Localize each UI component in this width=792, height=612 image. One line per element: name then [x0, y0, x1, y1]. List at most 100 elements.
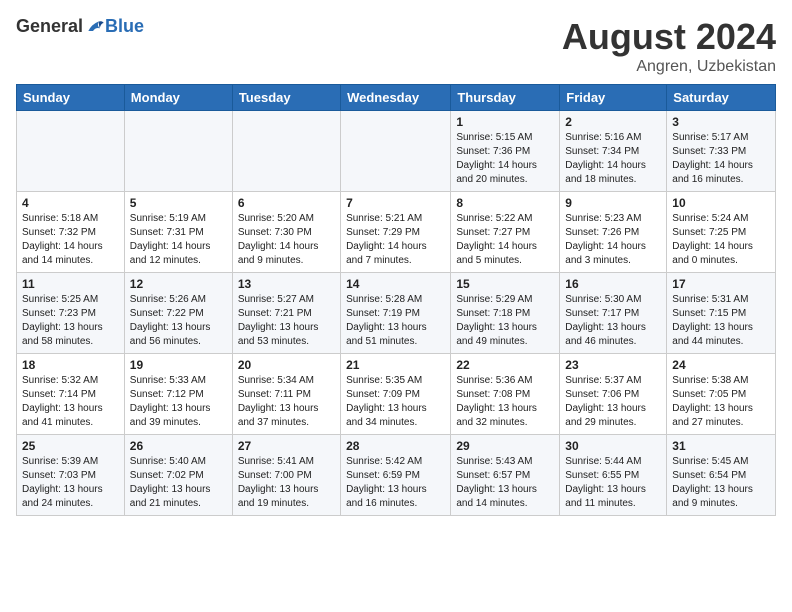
day-info: Sunrise: 5:17 AM Sunset: 7:33 PM Dayligh… [672, 131, 770, 187]
day-number: 11 [22, 277, 119, 291]
day-number: 24 [672, 358, 770, 372]
day-info: Sunrise: 5:32 AM Sunset: 7:14 PM Dayligh… [22, 374, 119, 430]
day-info: Sunrise: 5:22 AM Sunset: 7:27 PM Dayligh… [456, 212, 554, 268]
calendar-cell: 21Sunrise: 5:35 AM Sunset: 7:09 PM Dayli… [341, 354, 451, 435]
day-info: Sunrise: 5:43 AM Sunset: 6:57 PM Dayligh… [456, 455, 554, 511]
day-number: 15 [456, 277, 554, 291]
calendar-cell: 4 Sunrise: 5:18 AM Sunset: 7:32 PM Daylig… [17, 192, 125, 273]
day-info: Sunrise: 5:23 AM Sunset: 7:26 PM Dayligh… [565, 212, 661, 268]
calendar-cell: 2Sunrise: 5:16 AM Sunset: 7:34 PM Daylig… [560, 111, 667, 192]
calendar-cell: 29Sunrise: 5:43 AM Sunset: 6:57 PM Dayli… [451, 435, 560, 516]
day-info: Sunrise: 5:33 AM Sunset: 7:12 PM Dayligh… [130, 374, 227, 430]
day-number: 20 [238, 358, 335, 372]
calendar-table: SundayMondayTuesdayWednesdayThursdayFrid… [16, 84, 776, 516]
day-info: Sunrise: 5:31 AM Sunset: 7:15 PM Dayligh… [672, 293, 770, 349]
weekday-header-saturday: Saturday [667, 85, 776, 111]
day-number: 13 [238, 277, 335, 291]
calendar-cell: 25Sunrise: 5:39 AM Sunset: 7:03 PM Dayli… [17, 435, 125, 516]
day-number: 19 [130, 358, 227, 372]
month-year-title: August 2024 [562, 16, 776, 58]
calendar-cell: 18 Sunrise: 5:32 AM Sunset: 7:14 PM Dayli… [17, 354, 125, 435]
day-number: 6 [238, 196, 335, 210]
weekday-header-sunday: Sunday [17, 85, 125, 111]
calendar-week-row: 18 Sunrise: 5:32 AM Sunset: 7:14 PM Dayli… [17, 354, 776, 435]
day-info: Sunrise: 5:37 AM Sunset: 7:06 PM Dayligh… [565, 374, 661, 430]
logo-bird-icon [85, 17, 105, 37]
page-header: General Blue August 2024 Angren, Uzbekis… [16, 16, 776, 76]
calendar-cell: 6 Sunrise: 5:20 AM Sunset: 7:30 PM Daylig… [232, 192, 340, 273]
day-info: Sunrise: 5:36 AM Sunset: 7:08 PM Dayligh… [456, 374, 554, 430]
logo: General Blue [16, 16, 144, 37]
calendar-cell: 17Sunrise: 5:31 AM Sunset: 7:15 PM Dayli… [667, 273, 776, 354]
day-info: Sunrise: 5:26 AM Sunset: 7:22 PM Dayligh… [130, 293, 227, 349]
day-number: 30 [565, 439, 661, 453]
day-info: Sunrise: 5:34 AM Sunset: 7:11 PM Dayligh… [238, 374, 335, 430]
calendar-cell: 14 Sunrise: 5:28 AM Sunset: 7:19 PM Dayli… [341, 273, 451, 354]
day-info: Sunrise: 5:39 AM Sunset: 7:03 PM Dayligh… [22, 455, 119, 511]
calendar-cell: 15 Sunrise: 5:29 AM Sunset: 7:18 PM Dayli… [451, 273, 560, 354]
calendar-cell: 26Sunrise: 5:40 AM Sunset: 7:02 PM Dayli… [124, 435, 232, 516]
day-number: 23 [565, 358, 661, 372]
weekday-header-tuesday: Tuesday [232, 85, 340, 111]
day-info: Sunrise: 5:24 AM Sunset: 7:25 PM Dayligh… [672, 212, 770, 268]
day-info: Sunrise: 5:44 AM Sunset: 6:55 PM Dayligh… [565, 455, 661, 511]
calendar-cell: 31Sunrise: 5:45 AM Sunset: 6:54 PM Dayli… [667, 435, 776, 516]
day-info: Sunrise: 5:15 AM Sunset: 7:36 PM Dayligh… [456, 131, 554, 187]
day-info: Sunrise: 5:29 AM Sunset: 7:18 PM Dayligh… [456, 293, 554, 349]
day-info: Sunrise: 5:18 AM Sunset: 7:32 PM Dayligh… [22, 212, 119, 268]
calendar-cell: 24 Sunrise: 5:38 AM Sunset: 7:05 PM Dayli… [667, 354, 776, 435]
calendar-cell: 16Sunrise: 5:30 AM Sunset: 7:17 PM Dayli… [560, 273, 667, 354]
calendar-cell: 23 Sunrise: 5:37 AM Sunset: 7:06 PM Dayli… [560, 354, 667, 435]
day-info: Sunrise: 5:21 AM Sunset: 7:29 PM Dayligh… [346, 212, 445, 268]
calendar-cell: 10 Sunrise: 5:24 AM Sunset: 7:25 PM Dayli… [667, 192, 776, 273]
logo-general-text: General [16, 16, 83, 37]
weekday-header-friday: Friday [560, 85, 667, 111]
day-info: Sunrise: 5:19 AM Sunset: 7:31 PM Dayligh… [130, 212, 227, 268]
day-number: 14 [346, 277, 445, 291]
day-number: 8 [456, 196, 554, 210]
day-number: 22 [456, 358, 554, 372]
calendar-cell: 7 Sunrise: 5:21 AM Sunset: 7:29 PM Daylig… [341, 192, 451, 273]
day-number: 26 [130, 439, 227, 453]
day-number: 12 [130, 277, 227, 291]
weekday-header-thursday: Thursday [451, 85, 560, 111]
calendar-cell: 1 Sunrise: 5:15 AM Sunset: 7:36 PM Daylig… [451, 111, 560, 192]
calendar-week-row: 11Sunrise: 5:25 AM Sunset: 7:23 PM Dayli… [17, 273, 776, 354]
calendar-cell: 28 Sunrise: 5:42 AM Sunset: 6:59 PM Dayli… [341, 435, 451, 516]
day-info: Sunrise: 5:20 AM Sunset: 7:30 PM Dayligh… [238, 212, 335, 268]
day-info: Sunrise: 5:28 AM Sunset: 7:19 PM Dayligh… [346, 293, 445, 349]
day-info: Sunrise: 5:27 AM Sunset: 7:21 PM Dayligh… [238, 293, 335, 349]
day-number: 18 [22, 358, 119, 372]
location-subtitle: Angren, Uzbekistan [562, 58, 776, 76]
day-number: 28 [346, 439, 445, 453]
calendar-cell [341, 111, 451, 192]
day-number: 2 [565, 115, 661, 129]
calendar-cell [17, 111, 125, 192]
calendar-cell [232, 111, 340, 192]
day-info: Sunrise: 5:41 AM Sunset: 7:00 PM Dayligh… [238, 455, 335, 511]
calendar-cell: 8 Sunrise: 5:22 AM Sunset: 7:27 PM Daylig… [451, 192, 560, 273]
calendar-week-row: 4 Sunrise: 5:18 AM Sunset: 7:32 PM Daylig… [17, 192, 776, 273]
logo-blue-text: Blue [105, 16, 144, 37]
day-info: Sunrise: 5:42 AM Sunset: 6:59 PM Dayligh… [346, 455, 445, 511]
calendar-cell: 3Sunrise: 5:17 AM Sunset: 7:33 PM Daylig… [667, 111, 776, 192]
day-number: 16 [565, 277, 661, 291]
day-number: 27 [238, 439, 335, 453]
day-number: 9 [565, 196, 661, 210]
weekday-header-row: SundayMondayTuesdayWednesdayThursdayFrid… [17, 85, 776, 111]
calendar-cell: 12 Sunrise: 5:26 AM Sunset: 7:22 PM Dayli… [124, 273, 232, 354]
day-info: Sunrise: 5:38 AM Sunset: 7:05 PM Dayligh… [672, 374, 770, 430]
day-number: 5 [130, 196, 227, 210]
calendar-cell [124, 111, 232, 192]
calendar-cell: 20 Sunrise: 5:34 AM Sunset: 7:11 PM Dayli… [232, 354, 340, 435]
day-number: 1 [456, 115, 554, 129]
calendar-cell: 9 Sunrise: 5:23 AM Sunset: 7:26 PM Daylig… [560, 192, 667, 273]
calendar-cell: 22 Sunrise: 5:36 AM Sunset: 7:08 PM Dayli… [451, 354, 560, 435]
calendar-week-row: 25Sunrise: 5:39 AM Sunset: 7:03 PM Dayli… [17, 435, 776, 516]
weekday-header-wednesday: Wednesday [341, 85, 451, 111]
calendar-week-row: 1 Sunrise: 5:15 AM Sunset: 7:36 PM Daylig… [17, 111, 776, 192]
day-number: 7 [346, 196, 445, 210]
day-number: 4 [22, 196, 119, 210]
day-number: 10 [672, 196, 770, 210]
calendar-cell: 5 Sunrise: 5:19 AM Sunset: 7:31 PM Daylig… [124, 192, 232, 273]
